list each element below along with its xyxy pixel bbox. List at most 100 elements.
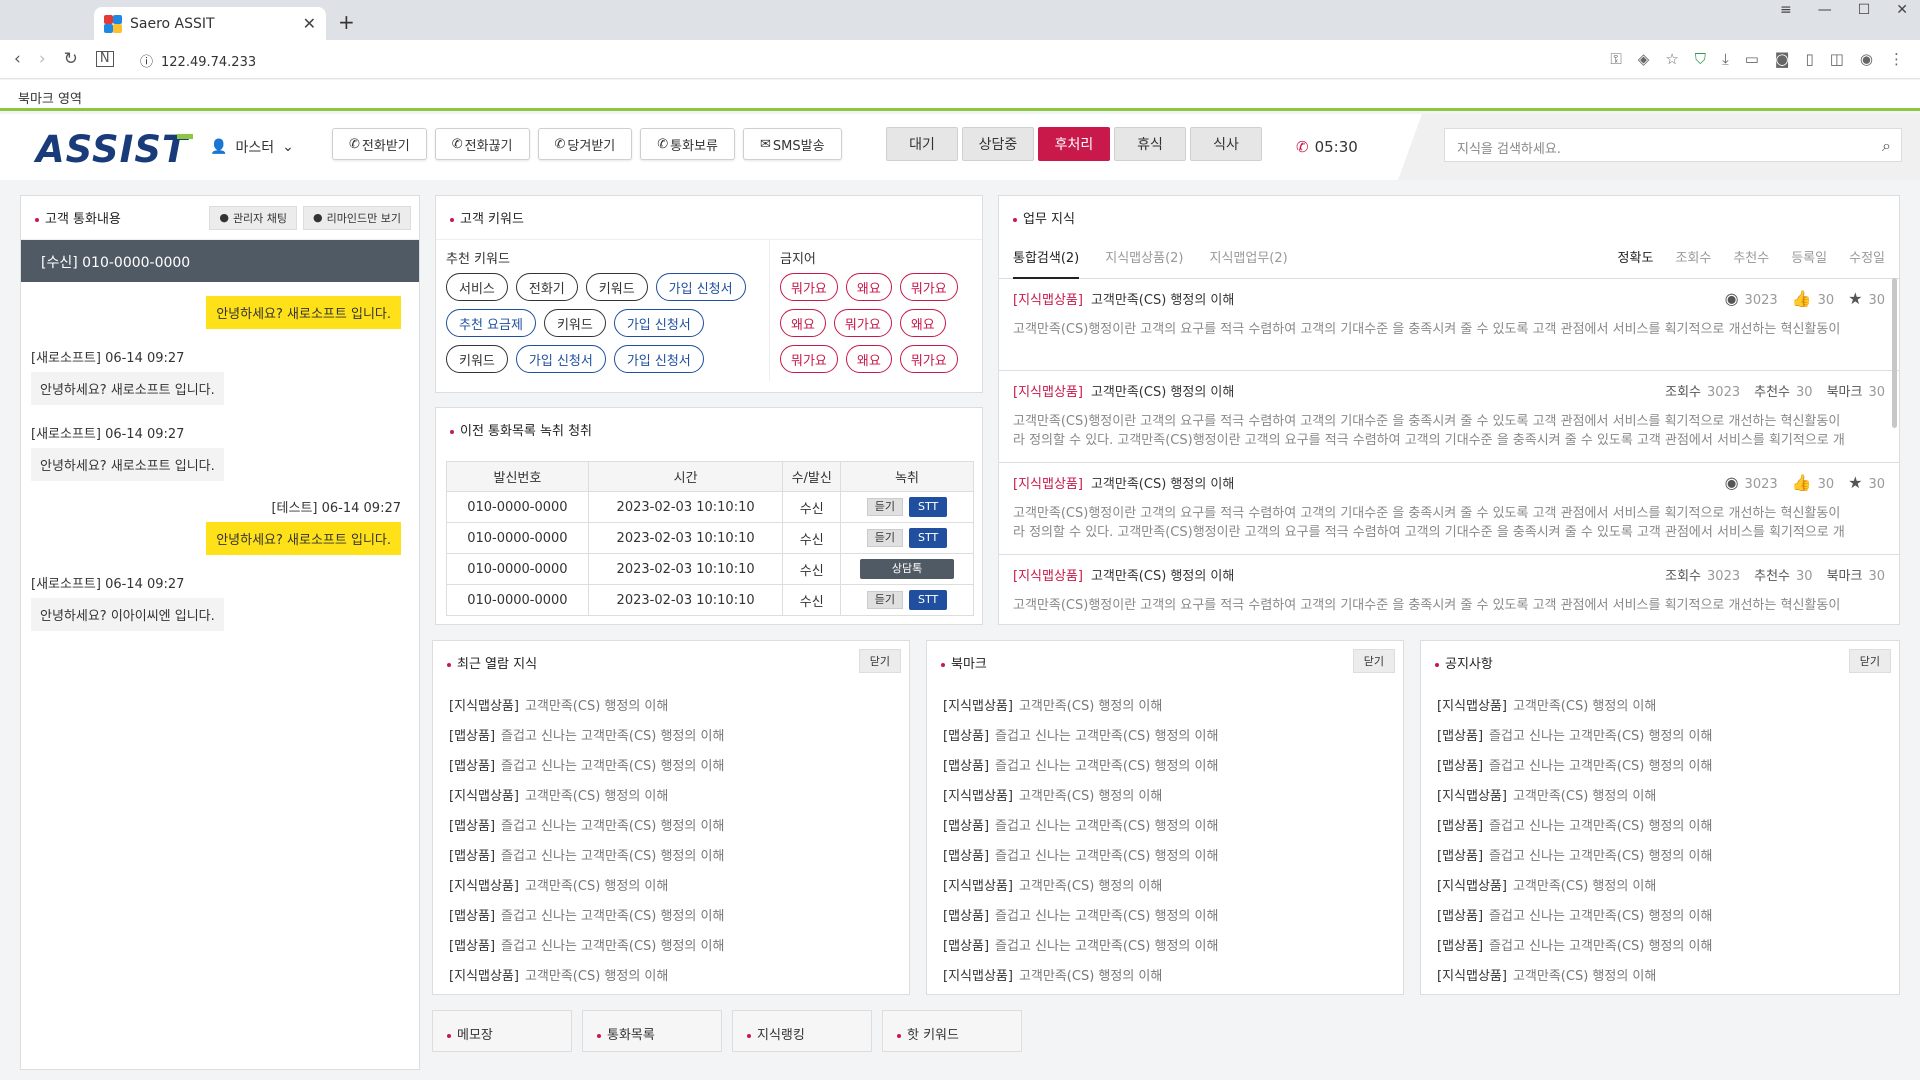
back-icon[interactable]: ‹ <box>14 49 21 69</box>
reader-mode-icon[interactable]: ▯ <box>1805 50 1813 68</box>
sort-option[interactable]: 등록일 <box>1791 239 1827 279</box>
keyword-chip[interactable]: 키워드 <box>585 273 648 301</box>
sort-option[interactable]: 정확도 <box>1618 239 1654 279</box>
list-item[interactable]: [맵상품] 즐겁고 신나는 고객만족(CS) 행정의 이해 <box>1437 812 1883 842</box>
keyword-chip[interactable]: 가입 신청서 <box>515 345 606 373</box>
call-button[interactable]: ✉ SMS발송 <box>743 128 842 160</box>
consult-talk-button[interactable]: 상담톡 <box>860 559 955 579</box>
bottom-tab[interactable]: 핫 키워드 <box>882 1010 1022 1052</box>
knowledge-item-title[interactable]: 고객만족(CS) 행정의 이해 <box>1091 565 1234 584</box>
shield-icon[interactable]: ◈ <box>1638 50 1650 68</box>
status-button[interactable]: 후처리 <box>1038 127 1110 161</box>
list-item[interactable]: [맵상품] 즐겁고 신나는 고객만족(CS) 행정의 이해 <box>449 902 893 932</box>
account-icon[interactable]: ◉ <box>1860 50 1873 68</box>
banned-word-chip[interactable]: 뭐가요 <box>780 273 838 301</box>
screenshot-icon[interactable]: ◙ <box>1775 50 1790 68</box>
star-icon[interactable]: ☆ <box>1665 50 1678 68</box>
list-item[interactable]: [지식맵상품] 고객만족(CS) 행정의 이해 <box>449 782 893 812</box>
url-field[interactable]: ⓘ 122.49.74.233 <box>140 51 256 70</box>
keyword-chip[interactable]: 키워드 <box>543 309 606 337</box>
list-item[interactable]: [지식맵상품] 고객만족(CS) 행정의 이해 <box>449 692 893 722</box>
list-item[interactable]: [지식맵상품] 고객만족(CS) 행정의 이해 <box>943 872 1387 902</box>
stt-button[interactable]: STT <box>909 528 948 548</box>
keyword-chip[interactable]: 가입 신청서 <box>655 273 746 301</box>
banned-word-chip[interactable]: 왜요 <box>845 345 892 373</box>
list-item[interactable]: [맵상품] 즐겁고 신나는 고객만족(CS) 행정의 이해 <box>1437 752 1883 782</box>
list-item[interactable]: [지식맵상품] 고객만족(CS) 행정의 이해 <box>449 962 893 992</box>
listen-button[interactable]: 듣기 <box>866 498 904 516</box>
list-item[interactable]: [지식맵상품] 고객만족(CS) 행정의 이해 <box>1437 692 1883 722</box>
sidebar-icon[interactable]: ◫ <box>1830 50 1844 68</box>
list-item[interactable]: [지식맵상품] 고객만족(CS) 행정의 이해 <box>943 782 1387 812</box>
list-item[interactable]: [맵상품] 즐겁고 신나는 고객만족(CS) 행정의 이해 <box>449 932 893 962</box>
list-item[interactable]: [맵상품] 즐겁고 신나는 고객만족(CS) 행정의 이해 <box>449 752 893 782</box>
remind-only-button[interactable]: ● 리마인드만 보기 <box>303 205 411 230</box>
knowledge-item[interactable]: [지식맵상품] 고객만족(CS) 행정의 이해 조회수 3023 추천수 30 북마크 30 고… <box>999 555 1899 624</box>
banned-word-chip[interactable]: 왜요 <box>899 309 946 337</box>
close-button[interactable]: 닫기 <box>1352 649 1395 673</box>
stt-button[interactable]: STT <box>909 590 948 610</box>
more-icon[interactable]: ⋮ <box>1889 50 1904 68</box>
keyword-chip[interactable]: 전화기 <box>515 273 578 301</box>
close-button[interactable]: 닫기 <box>1848 649 1891 673</box>
status-button[interactable]: 휴식 <box>1114 127 1186 161</box>
list-item[interactable]: [맵상품] 즐겁고 신나는 고객만족(CS) 행정의 이해 <box>943 752 1387 782</box>
status-button[interactable]: 식사 <box>1190 127 1262 161</box>
maximize-icon[interactable]: ☐ <box>1858 2 1871 18</box>
reload-icon[interactable]: ↻ <box>64 49 78 69</box>
list-item[interactable]: [지식맵상품] 고객만족(CS) 행정의 이해 <box>943 692 1387 722</box>
keyword-chip[interactable]: 추천 요금제 <box>446 309 536 337</box>
knowledge-tab[interactable]: 지식맵업무(2) <box>1209 239 1287 279</box>
list-item[interactable]: [지식맵상품] 고객만족(CS) 행정의 이해 <box>943 962 1387 992</box>
banned-word-chip[interactable]: 왜요 <box>845 273 892 301</box>
call-button[interactable]: ✆ 통화보류 <box>640 128 735 160</box>
scrollbar[interactable] <box>1892 278 1897 428</box>
list-item[interactable]: [맵상품] 즐겁고 신나는 고객만족(CS) 행정의 이해 <box>1437 932 1883 962</box>
minimize-icon[interactable]: — <box>1818 2 1832 18</box>
knowledge-item[interactable]: [지식맵상품] 고객만족(CS) 행정의 이해 조회수 3023 추천수 30 북마크 30 고… <box>999 371 1899 463</box>
call-button[interactable]: ✆ 전화끊기 <box>434 128 530 160</box>
list-item[interactable]: [맵상품] 즐겁고 신나는 고객만족(CS) 행정의 이해 <box>1437 842 1883 872</box>
list-item[interactable]: [맵상품] 즐겁고 신나는 고객만족(CS) 행정의 이해 <box>1437 902 1883 932</box>
keyword-chip[interactable]: 키워드 <box>446 345 508 373</box>
list-item[interactable]: [맵상품] 즐겁고 신나는 고객만족(CS) 행정의 이해 <box>943 902 1387 932</box>
reader-icon[interactable]: N <box>95 51 114 67</box>
admin-chat-button[interactable]: ● 관리자 채팅 <box>209 205 298 230</box>
list-item[interactable]: [맵상품] 즐겁고 신나는 고객만족(CS) 행정의 이해 <box>449 842 893 872</box>
banned-word-chip[interactable]: 왜요 <box>780 309 826 337</box>
sort-option[interactable]: 추천수 <box>1733 239 1769 279</box>
new-tab-icon[interactable]: + <box>338 10 355 34</box>
knowledge-item-title[interactable]: 고객만족(CS) 행정의 이해 <box>1091 473 1234 492</box>
banned-word-chip[interactable]: 뭐가요 <box>833 309 892 337</box>
list-item[interactable]: [맵상품] 즐겁고 신나는 고객만족(CS) 행정의 이해 <box>943 722 1387 752</box>
search-input[interactable]: 지식을 검색하세요. ⌕ <box>1444 128 1902 162</box>
list-item[interactable]: [맵상품] 즐겁고 신나는 고객만족(CS) 행정의 이해 <box>943 932 1387 962</box>
close-window-icon[interactable]: ✕ <box>1896 2 1908 18</box>
browser-tab[interactable]: Saero ASSIT ✕ <box>94 7 326 40</box>
camera-icon[interactable]: ▭ <box>1745 50 1759 68</box>
forward-icon[interactable]: › <box>39 49 46 69</box>
adblock-icon[interactable]: ⛉ <box>1695 50 1706 68</box>
banned-word-chip[interactable]: 뭐가요 <box>899 345 958 373</box>
search-icon[interactable]: ⌕ <box>1882 136 1891 156</box>
close-button[interactable]: 닫기 <box>858 649 901 673</box>
list-item[interactable]: [맵상품] 즐겁고 신나는 고객만족(CS) 행정의 이해 <box>449 722 893 752</box>
bottom-tab[interactable]: 메모장 <box>432 1010 572 1052</box>
sort-option[interactable]: 수정일 <box>1849 239 1885 279</box>
close-tab-icon[interactable]: ✕ <box>303 14 316 33</box>
banned-word-chip[interactable]: 뭐가요 <box>899 273 958 301</box>
key-icon[interactable]: ⚿ <box>1610 50 1621 68</box>
call-button[interactable]: ✆ 당겨받기 <box>537 128 633 160</box>
list-item[interactable]: [맵상품] 즐겁고 신나는 고객만족(CS) 행정의 이해 <box>943 812 1387 842</box>
sort-option[interactable]: 조회수 <box>1675 239 1711 279</box>
download-icon[interactable]: ⤓ <box>1722 50 1729 68</box>
user-menu[interactable]: 👤 마스터 ⌄ <box>210 137 294 157</box>
keyword-chip[interactable]: 가입 신청서 <box>613 345 704 373</box>
status-button[interactable]: 상담중 <box>962 127 1034 161</box>
knowledge-tab[interactable]: 지식맵상품(2) <box>1105 239 1183 279</box>
knowledge-item-title[interactable]: 고객만족(CS) 행정의 이해 <box>1091 381 1234 400</box>
list-item[interactable]: [지식맵상품] 고객만족(CS) 행정의 이해 <box>449 872 893 902</box>
bottom-tab[interactable]: 통화목록 <box>582 1010 722 1052</box>
listen-button[interactable]: 듣기 <box>866 529 904 547</box>
list-item[interactable]: [맵상품] 즐겁고 신나는 고객만족(CS) 행정의 이해 <box>943 842 1387 872</box>
